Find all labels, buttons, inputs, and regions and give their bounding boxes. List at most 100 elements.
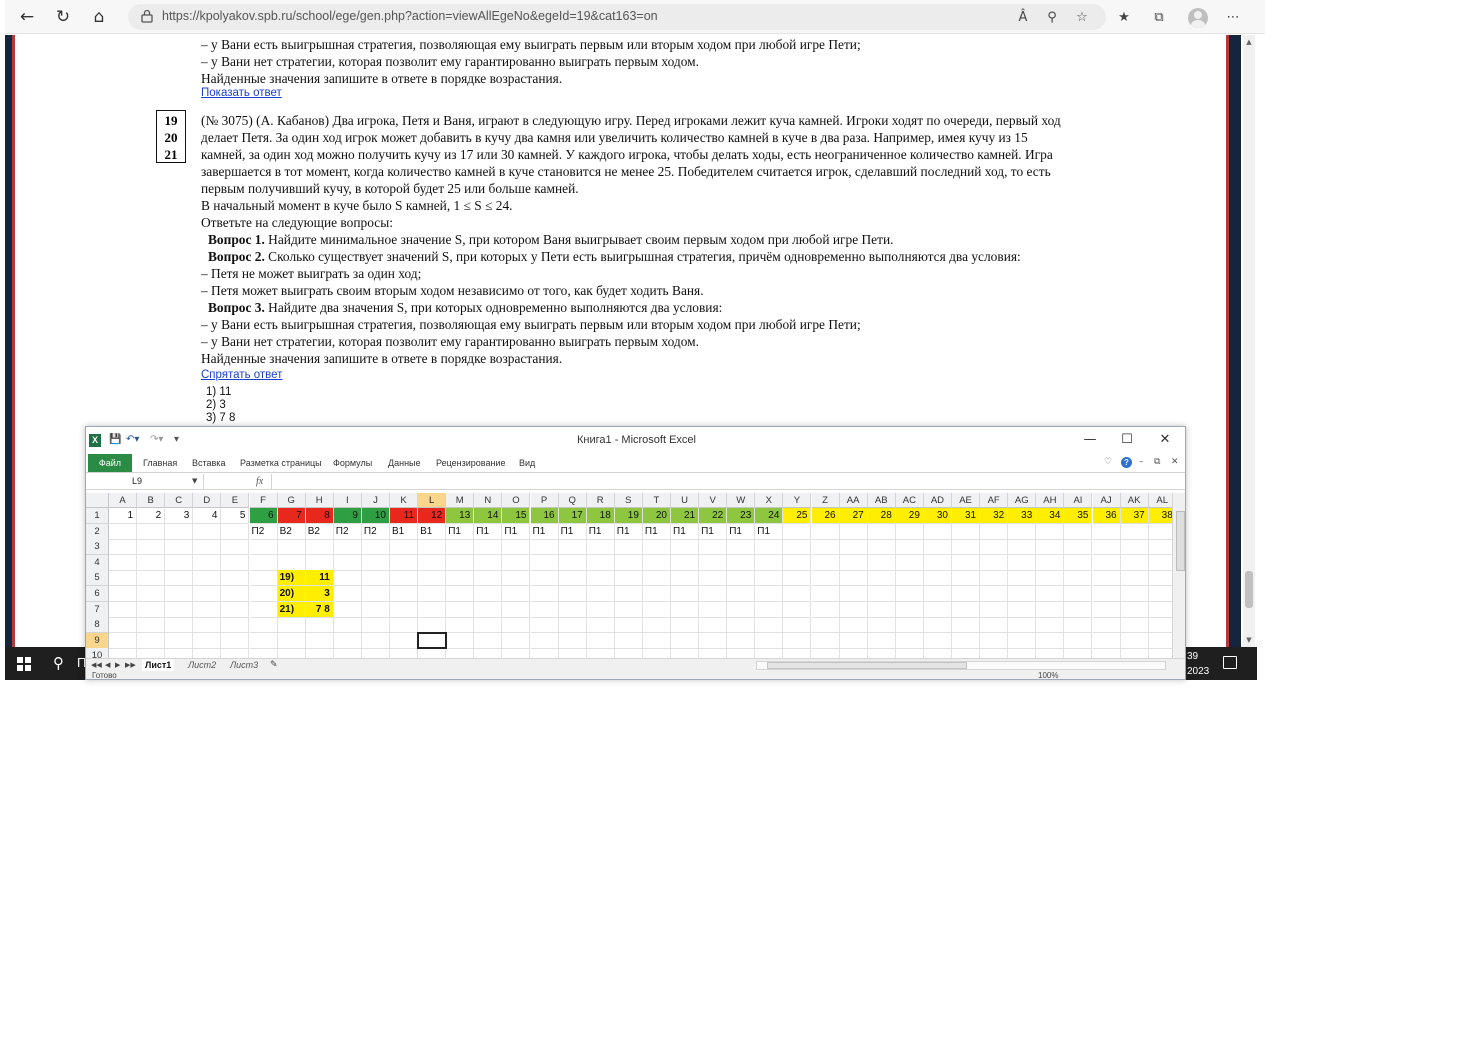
cell-ah5[interactable]: [1036, 570, 1065, 587]
cell-g3[interactable]: [277, 539, 306, 556]
tab-insert[interactable]: Вставка: [192, 458, 225, 468]
cell-ah2[interactable]: [1036, 523, 1065, 540]
cell-v3[interactable]: [699, 539, 728, 556]
cell-s6[interactable]: [614, 586, 643, 602]
workbook-minimize-icon[interactable]: –: [1139, 457, 1144, 467]
column-header-ai[interactable]: AI: [1064, 493, 1093, 508]
cell-ac1[interactable]: 29: [895, 508, 924, 524]
cell-ab2[interactable]: [867, 523, 896, 540]
cell-x2[interactable]: П1: [755, 523, 784, 540]
profile-icon[interactable]: [1188, 8, 1208, 28]
column-header-w[interactable]: W: [727, 493, 756, 508]
column-header-a[interactable]: A: [109, 493, 138, 508]
cell-p2[interactable]: П1: [530, 523, 559, 540]
cell-ah6[interactable]: [1036, 586, 1065, 602]
cell-u2[interactable]: П1: [671, 523, 700, 540]
cell-b5[interactable]: [137, 570, 166, 587]
cell-j5[interactable]: [361, 570, 390, 587]
cell-a9[interactable]: [109, 632, 138, 649]
cell-f1[interactable]: 6: [249, 508, 278, 524]
cell-q6[interactable]: [558, 586, 587, 602]
cell-f3[interactable]: [249, 539, 278, 556]
cell-aa10[interactable]: [840, 648, 868, 658]
cell-q7[interactable]: [558, 601, 587, 618]
cell-y6[interactable]: [783, 586, 812, 602]
cell-ae2[interactable]: [952, 523, 981, 540]
cell-aa3[interactable]: [839, 539, 868, 556]
cell-ai6[interactable]: [1064, 586, 1093, 602]
column-header-f[interactable]: F: [249, 493, 278, 508]
cell-b1[interactable]: 2: [137, 508, 166, 524]
cell-g7[interactable]: 21): [277, 601, 306, 618]
cell-ac4[interactable]: [895, 554, 924, 571]
cell-g8[interactable]: [277, 617, 306, 634]
cell-d9[interactable]: [193, 632, 222, 649]
row-header-4[interactable]: 4: [86, 554, 109, 571]
cell-p3[interactable]: [530, 539, 559, 556]
cell-v4[interactable]: [699, 554, 728, 571]
cell-aa4[interactable]: [839, 554, 868, 571]
cell-c6[interactable]: [165, 586, 194, 602]
cell-i3[interactable]: [333, 539, 362, 556]
cell-p4[interactable]: [530, 554, 559, 571]
cell-al9[interactable]: [1148, 633, 1172, 649]
cell-j4[interactable]: [361, 554, 390, 571]
cell-w2[interactable]: П1: [727, 523, 756, 540]
cell-e9[interactable]: [221, 632, 250, 649]
cell-ad8[interactable]: [923, 617, 952, 634]
cell-k9[interactable]: [390, 632, 419, 649]
row-header-8[interactable]: 8: [86, 617, 109, 634]
excel-vertical-scrollbar-thumb[interactable]: [1176, 511, 1185, 571]
cell-aa5[interactable]: [839, 570, 868, 587]
cell-r10[interactable]: [587, 648, 615, 658]
cell-u4[interactable]: [671, 554, 700, 571]
cell-m7[interactable]: [446, 601, 475, 618]
cell-j8[interactable]: [361, 617, 390, 634]
cell-f9[interactable]: [249, 632, 278, 649]
cell-g9[interactable]: [277, 632, 306, 649]
cell-f8[interactable]: [249, 617, 278, 634]
cell-a8[interactable]: [109, 617, 138, 634]
cell-u5[interactable]: [671, 570, 700, 587]
cell-af1[interactable]: 32: [980, 508, 1009, 524]
cell-aa2[interactable]: [839, 523, 868, 540]
cell-r9[interactable]: [586, 632, 615, 649]
cell-aa7[interactable]: [839, 601, 868, 618]
cell-ak1[interactable]: 37: [1120, 508, 1149, 524]
cell-q5[interactable]: [558, 570, 587, 587]
cell-ak8[interactable]: [1120, 617, 1149, 634]
cell-z7[interactable]: [811, 601, 840, 618]
excel-horizontal-scrollbar[interactable]: [756, 661, 1166, 670]
cell-a1[interactable]: 1: [109, 508, 138, 524]
cell-g2[interactable]: В2: [277, 523, 306, 540]
cell-i5[interactable]: [333, 570, 362, 587]
cell-b4[interactable]: [137, 554, 166, 571]
show-answer-link[interactable]: Показать ответ: [201, 87, 282, 99]
cell-a4[interactable]: [109, 554, 138, 571]
cell-u9[interactable]: [671, 632, 700, 649]
cell-j1[interactable]: 10: [361, 508, 390, 524]
cell-h9[interactable]: [305, 632, 334, 649]
cell-o2[interactable]: П1: [502, 523, 531, 540]
cell-z2[interactable]: [811, 523, 840, 540]
favorite-add-icon[interactable]: ☆: [1072, 8, 1092, 28]
cell-al3[interactable]: [1148, 539, 1172, 556]
cell-p7[interactable]: [530, 601, 559, 618]
row-header-3[interactable]: 3: [86, 539, 109, 556]
cell-w4[interactable]: [727, 554, 756, 571]
ribbon-collapse-icon[interactable]: ♡: [1104, 457, 1112, 467]
cell-v8[interactable]: [699, 617, 728, 634]
cell-q10[interactable]: [559, 648, 587, 658]
cell-i8[interactable]: [333, 617, 362, 634]
cell-b3[interactable]: [137, 539, 166, 556]
cell-t8[interactable]: [642, 617, 671, 634]
column-header-v[interactable]: V: [699, 493, 728, 508]
cell-ag10[interactable]: [1008, 648, 1037, 658]
cell-ah8[interactable]: [1036, 617, 1065, 634]
cell-o6[interactable]: [502, 586, 531, 602]
cell-ai4[interactable]: [1064, 554, 1093, 571]
cell-v6[interactable]: [699, 586, 728, 602]
cell-c7[interactable]: [165, 601, 194, 618]
cell-aj5[interactable]: [1092, 570, 1121, 587]
refresh-icon[interactable]: ↻: [51, 6, 75, 28]
